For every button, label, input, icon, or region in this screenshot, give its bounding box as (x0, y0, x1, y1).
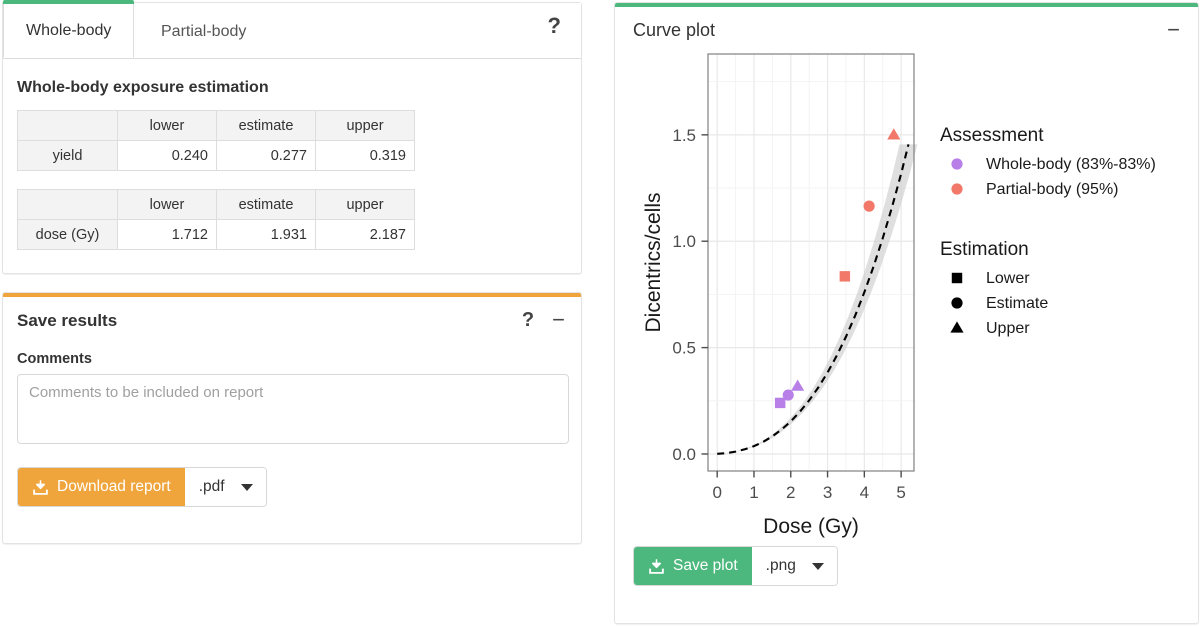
x-tick-label: 4 (860, 483, 869, 502)
tab-partial-body[interactable]: Partial-body (138, 3, 269, 58)
legend-label: Upper (986, 320, 1030, 337)
column-header-corner (17, 189, 118, 220)
download-icon (648, 558, 665, 575)
column-header-estimate: estimate (216, 189, 316, 220)
save-panel-tools: ? − (522, 309, 565, 331)
curve-plot-figure: 0 1 2 3 4 5 0.0 0.5 1.0 1.5 Dose (Gy) Dicentrics/ce… (615, 41, 1198, 546)
x-tick-label: 1 (749, 483, 758, 502)
y-tick-label: 0.5 (672, 339, 696, 358)
column-header-upper: upper (315, 110, 415, 141)
x-tick-label: 2 (786, 483, 795, 502)
minimize-icon[interactable]: − (552, 309, 565, 331)
row-label-dose: dose (Gy) (17, 219, 118, 250)
cell-dose-estimate: 1.931 (216, 219, 316, 250)
chevron-down-icon (240, 483, 253, 491)
x-tick-label: 0 (712, 483, 721, 502)
data-point-lower (774, 397, 786, 409)
save-plot-split-button[interactable]: Save plot .png (633, 546, 838, 586)
save-panel-title: Save results (17, 311, 118, 330)
y-tick-label: 1.5 (672, 126, 696, 145)
legend-estimation: Estimation Lower Estimate Upper (940, 239, 1048, 337)
cell-yield-estimate: 0.277 (216, 140, 316, 171)
table-header-row: lower estimate upper (17, 189, 415, 220)
report-format-dropdown[interactable]: .pdf (184, 468, 266, 506)
table-header-row: lower estimate upper (17, 110, 415, 141)
x-tick-label: 3 (823, 483, 832, 502)
cell-yield-upper: 0.319 (315, 140, 415, 171)
column-header-upper: upper (315, 189, 415, 220)
plot-panel-title: Curve plot (633, 20, 716, 40)
legend-marker (951, 272, 963, 284)
chevron-down-icon (811, 562, 824, 570)
y-axis-title: Dicentrics/cells (642, 192, 665, 332)
results-panel: Whole-body Partial-body ? Whole-body exp… (2, 0, 582, 274)
cell-dose-upper: 2.187 (315, 219, 415, 250)
legend-marker (951, 158, 963, 170)
column-header-corner (17, 110, 118, 141)
comments-input[interactable] (17, 374, 569, 444)
cell-dose-lower: 1.712 (117, 219, 217, 250)
comments-label: Comments (17, 351, 92, 367)
help-icon[interactable]: ? (522, 310, 534, 330)
legend-marker (951, 183, 963, 195)
data-point-lower (839, 271, 851, 282)
save-panel-header: Save results ? − (3, 297, 581, 331)
legend-title: Assessment (940, 125, 1044, 146)
plot-format-dropdown[interactable]: .png (751, 547, 837, 585)
section-title: Whole-body exposure estimation (17, 79, 269, 96)
table-row: yield 0.240 0.277 0.319 (17, 140, 415, 171)
x-tick-label: 5 (896, 483, 905, 502)
legend-marker (950, 321, 964, 333)
plot-format-value: .png (765, 557, 796, 574)
download-report-split-button-wrap: Download report .pdf (17, 467, 581, 507)
plot-panel-footer: Save plot .png (615, 546, 1198, 586)
results-body: Whole-body exposure estimation lower est… (3, 59, 581, 278)
table-row: dose (Gy) 1.712 1.931 2.187 (17, 219, 415, 250)
column-header-lower: lower (117, 189, 217, 220)
report-format-value: .pdf (198, 478, 225, 495)
row-label-yield: yield (17, 140, 118, 171)
tab-whole-body-label: Whole-body (26, 22, 112, 39)
save-plot-label: Save plot (673, 557, 738, 574)
legend-label: Partial-body (95%) (986, 181, 1119, 198)
download-report-split-button[interactable]: Download report .pdf (17, 467, 267, 507)
plot-panel-header: Curve plot − (615, 7, 1198, 41)
y-tick-label: 0.0 (672, 445, 696, 464)
tab-whole-body[interactable]: Whole-body (3, 0, 135, 58)
tab-partial-body-label: Partial-body (161, 23, 247, 40)
data-point-estimate (782, 389, 794, 401)
app-root: Whole-body Partial-body ? Whole-body exp… (0, 0, 1201, 627)
download-report-label: Download report (57, 478, 171, 495)
legend-label: Estimate (986, 295, 1048, 312)
x-axis-title: Dose (Gy) (763, 515, 859, 538)
minimize-icon[interactable]: − (1167, 19, 1180, 41)
legend-label: Whole-body (83%-83%) (986, 156, 1156, 173)
chart-canvas: 0 1 2 3 4 5 0.0 0.5 1.0 1.5 Dose (Gy) Dicentrics/ce… (642, 53, 1156, 538)
help-icon[interactable]: ? (548, 15, 561, 37)
legend-marker (951, 297, 963, 309)
download-icon (32, 479, 49, 496)
legend-assessment: Assessment Whole-body (83%-83%) Partial-bo… (940, 125, 1156, 198)
save-plot-button[interactable]: Save plot (634, 547, 752, 585)
dose-table: lower estimate upper dose (Gy) 1.712 1.9… (17, 189, 415, 250)
yield-table: lower estimate upper yield 0.240 0.277 0… (17, 110, 415, 171)
column-header-lower: lower (117, 110, 217, 141)
curve-plot-panel: Curve plot − 0 1 2 3 4 5 0.0 0.5 1.0 1.5 Dose (Gy)… (614, 2, 1199, 624)
legend-label: Lower (986, 270, 1030, 287)
column-header-estimate: estimate (216, 110, 316, 141)
data-point-estimate (863, 200, 875, 212)
y-tick-label: 1.0 (672, 232, 696, 251)
results-tabbar: Whole-body Partial-body ? (3, 0, 581, 59)
download-report-button[interactable]: Download report (18, 468, 185, 506)
save-results-panel: Save results ? − Comments Dow (2, 292, 582, 544)
legend-title: Estimation (940, 239, 1029, 260)
cell-yield-lower: 0.240 (117, 140, 217, 171)
